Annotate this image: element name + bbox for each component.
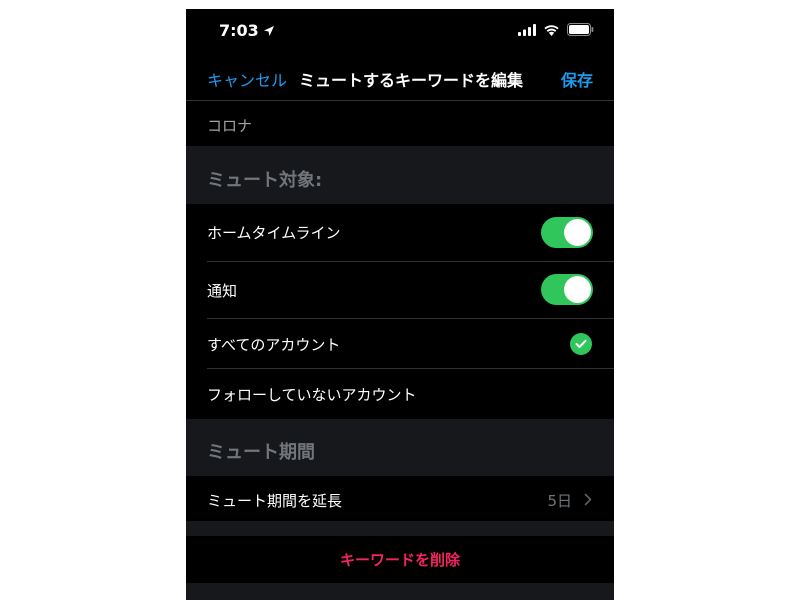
section-spacer [186,521,614,536]
chevron-right-icon [584,493,592,506]
wifi-icon [544,24,559,36]
toggle-knob [564,276,591,303]
status-bar: 7:03 [186,9,614,55]
extend-duration-label: ミュート期間を延長 [207,492,343,510]
toggle-knob [564,219,591,246]
delete-keyword-button[interactable]: キーワードを削除 [186,536,614,583]
notifications-toggle[interactable] [541,274,593,305]
not-following-label: フォローしていないアカウント [207,386,417,404]
nav-divider [186,100,614,101]
location-arrow-icon [263,25,274,36]
notifications-label: 通知 [207,282,238,300]
home-timeline-row: ホームタイムライン [186,204,614,261]
page-title: ミュートするキーワードを編集 [299,71,524,90]
battery-icon [567,23,594,36]
status-time-group: 7:03 [219,21,275,40]
save-button[interactable]: 保存 [561,67,593,91]
duration-value: 5日 [547,492,572,510]
mute-target-header-label: ミュート対象: [207,170,323,191]
home-timeline-toggle[interactable] [541,217,593,248]
home-timeline-label: ホームタイムライン [207,224,341,242]
duration-header-label: ミュート期間 [207,442,315,463]
keyword-input[interactable] [207,113,587,137]
cellular-signal-icon [518,23,536,36]
status-time: 7:03 [219,21,259,40]
audience-not-following-row[interactable]: フォローしていないアカウント [186,369,614,419]
status-indicators [518,23,594,36]
nav-bar: キャンセル ミュートするキーワードを編集 保存 [186,55,614,99]
notifications-row: 通知 [186,262,614,318]
mute-target-section-header: ミュート対象: [186,146,614,204]
audience-all-accounts-row[interactable]: すべてのアカウント [186,319,614,368]
duration-section-header: ミュート期間 [186,419,614,476]
cancel-button[interactable]: キャンセル [207,67,287,91]
phone-screen: 7:03 キャンセル ミュートするキーワードを編集 保存 コロナ ミュート対象:… [186,9,614,600]
delete-keyword-label: キーワードを削除 [339,551,460,569]
bottom-spacer [186,583,614,600]
extend-duration-row[interactable]: ミュート期間を延長 5日 [186,476,614,521]
all-accounts-label: すべてのアカウント [207,336,341,354]
checkmark-icon [570,333,592,355]
